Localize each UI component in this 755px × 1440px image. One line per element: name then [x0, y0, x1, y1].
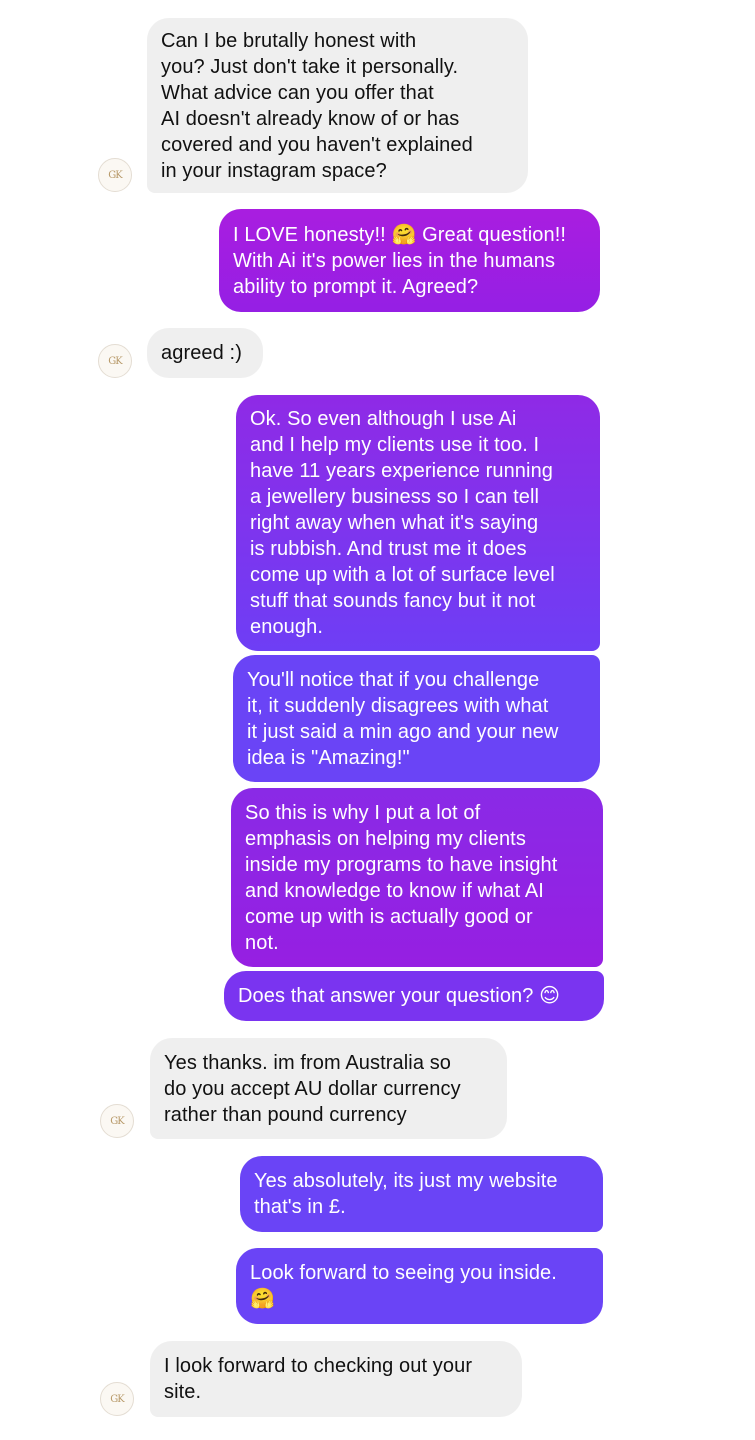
- message-bubble-outgoing[interactable]: Ok. So even although I use Ai and I help…: [236, 395, 600, 651]
- message-bubble-outgoing[interactable]: I LOVE honesty!! 🤗 Great question!! With…: [219, 209, 600, 312]
- contact-avatar[interactable]: GK: [98, 344, 132, 378]
- message-bubble-incoming[interactable]: Can I be brutally honest with you? Just …: [147, 18, 528, 193]
- message-bubble-incoming[interactable]: Yes thanks. im from Australia so do you …: [150, 1038, 507, 1139]
- message-bubble-outgoing[interactable]: Yes absolutely, its just my website that…: [240, 1156, 603, 1232]
- message-bubble-outgoing[interactable]: Look forward to seeing you inside. 🤗: [236, 1248, 603, 1324]
- contact-avatar[interactable]: GK: [98, 158, 132, 192]
- message-bubble-outgoing[interactable]: So this is why I put a lot of emphasis o…: [231, 788, 603, 967]
- message-bubble-outgoing[interactable]: Does that answer your question? 😊: [224, 971, 604, 1021]
- contact-avatar[interactable]: GK: [100, 1104, 134, 1138]
- contact-avatar[interactable]: GK: [100, 1382, 134, 1416]
- message-bubble-outgoing[interactable]: You'll notice that if you challenge it, …: [233, 655, 600, 782]
- message-bubble-incoming[interactable]: I look forward to checking out your site…: [150, 1341, 522, 1417]
- message-bubble-incoming[interactable]: agreed :): [147, 328, 263, 378]
